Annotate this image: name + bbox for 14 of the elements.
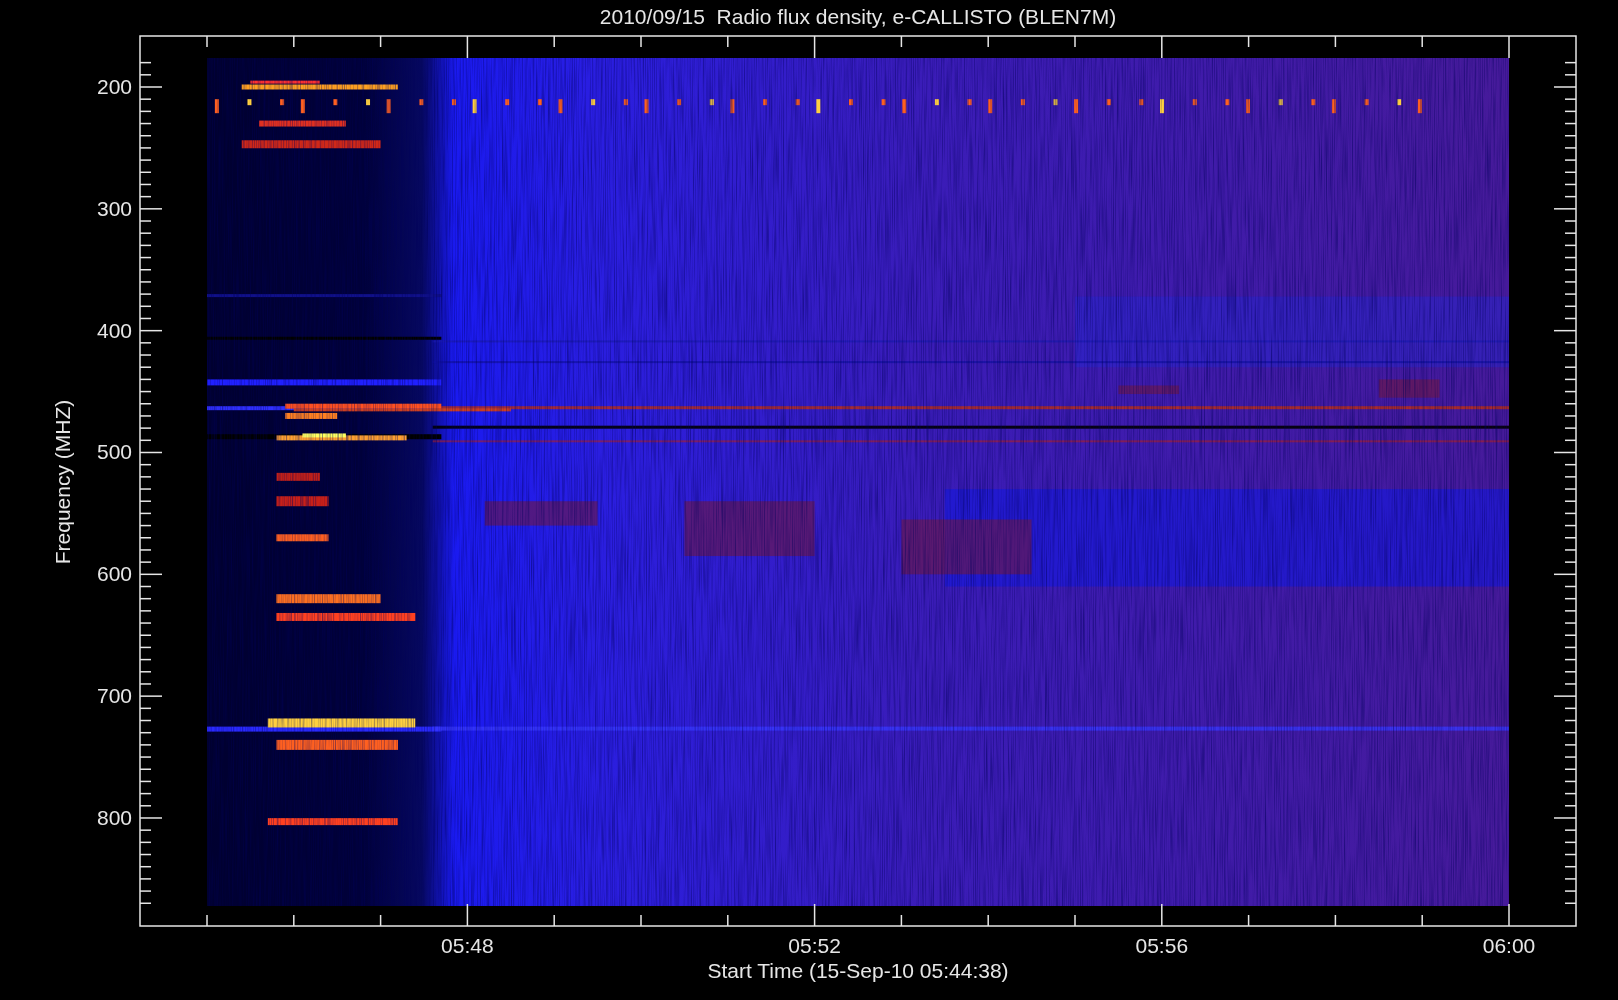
- y-axis-label: Frequency (MHZ): [51, 399, 74, 565]
- chart-title: 2010/09/15 Radio flux density, e-CALLISTO (BLEN7M): [599, 5, 1117, 28]
- x-tick-label: 05:48: [441, 934, 494, 957]
- y-tick-label: 800: [96, 806, 132, 829]
- x-tick-label: 06:00: [1482, 934, 1536, 957]
- x-axis-label: Start Time (15-Sep-10 05:44:38): [707, 959, 1009, 982]
- y-tick-label: 700: [96, 684, 132, 708]
- y-tick-label: 300: [96, 196, 132, 220]
- y-tick-label: 400: [96, 318, 132, 342]
- x-tick-label: 05:56: [1135, 934, 1189, 957]
- x-tick-label: 05:52: [788, 934, 841, 957]
- y-tick-label: 500: [96, 440, 132, 464]
- y-tick-label: 600: [96, 562, 132, 586]
- y-tick-label: 200: [96, 75, 132, 98]
